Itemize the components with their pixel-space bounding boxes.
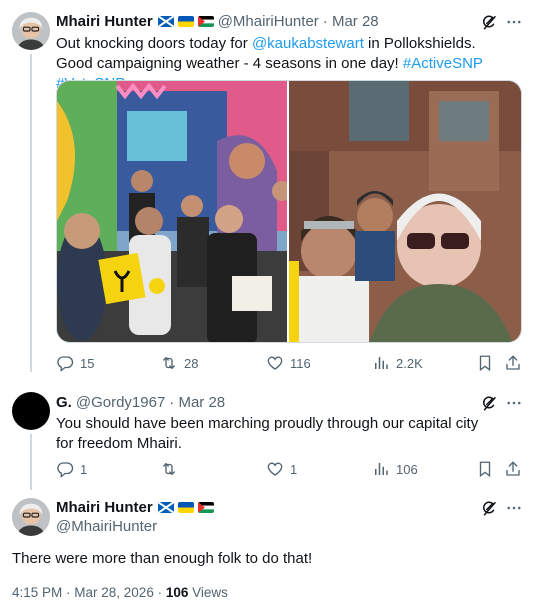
like-button[interactable]: 116 xyxy=(266,354,311,372)
view-count: 2.2K xyxy=(396,355,423,371)
photo-canvassers-mural[interactable] xyxy=(57,81,289,342)
tweet-media[interactable] xyxy=(56,80,522,343)
reply-count: 15 xyxy=(80,355,95,371)
views-button[interactable]: 2.2K xyxy=(372,354,423,372)
bookmark-icon[interactable] xyxy=(476,354,494,372)
author-name[interactable]: Mhairi Hunter xyxy=(56,13,153,30)
timestamp[interactable]: 4:15 PM · Mar 28, 2026 · xyxy=(12,585,166,600)
tweet-date[interactable]: · Mar 28 xyxy=(323,13,379,30)
like-count: 116 xyxy=(290,355,311,371)
scotland-flag-icon xyxy=(158,16,174,27)
reply-button[interactable]: 1 xyxy=(56,460,87,478)
ukraine-flag-icon xyxy=(178,502,194,513)
scotland-flag-icon xyxy=(158,502,174,513)
more-icon[interactable] xyxy=(505,13,523,31)
author-handle[interactable]: @Gordy1967 xyxy=(76,394,165,411)
author-name[interactable]: Mhairi Hunter xyxy=(56,499,153,516)
views-icon xyxy=(372,460,390,478)
thread-line xyxy=(30,434,32,490)
view-count: 106 xyxy=(396,461,418,477)
views-label: Views xyxy=(188,585,228,600)
repost-icon xyxy=(160,354,178,372)
hashtag-link[interactable]: #ActiveSNP xyxy=(403,55,483,72)
views-icon xyxy=(372,354,390,372)
grok-icon[interactable] xyxy=(480,13,498,31)
avatar-mhairi-hunter[interactable] xyxy=(12,12,50,50)
avatar-mhairi-hunter[interactable] xyxy=(12,498,50,536)
reply-icon xyxy=(56,460,74,478)
repost-button[interactable] xyxy=(160,460,184,478)
more-icon[interactable] xyxy=(505,499,523,517)
reply-button[interactable]: 15 xyxy=(56,354,94,372)
grok-icon[interactable] xyxy=(480,394,498,412)
view-count: 106 xyxy=(165,585,189,600)
share-icon[interactable] xyxy=(504,354,522,372)
mention-link[interactable]: @kaukabstewart xyxy=(252,35,364,52)
ukraine-flag-icon xyxy=(178,16,194,27)
tweet1-header: Mhairi Hunter @MhairiHunter · Mar 28 xyxy=(56,13,379,30)
tweet-text-part: Out knocking doors today for xyxy=(56,35,252,52)
tweet3-text: There were more than enough folk to do t… xyxy=(12,550,313,567)
photo-selfie-building[interactable] xyxy=(289,81,521,342)
views-button[interactable]: 106 xyxy=(372,460,418,478)
palestine-flag-icon xyxy=(198,16,214,27)
repost-button[interactable]: 28 xyxy=(160,354,198,372)
like-icon xyxy=(266,460,284,478)
reply-count: 1 xyxy=(80,461,88,477)
author-handle[interactable]: @MhairiHunter xyxy=(218,13,319,30)
tweet-date[interactable]: · Mar 28 xyxy=(169,394,225,411)
share-icon[interactable] xyxy=(504,460,522,478)
like-count: 1 xyxy=(290,461,298,477)
author-handle[interactable]: @MhairiHunter xyxy=(56,518,157,535)
reply-icon xyxy=(56,354,74,372)
grok-icon[interactable] xyxy=(480,499,498,517)
repost-count: 28 xyxy=(184,355,199,371)
like-icon xyxy=(266,354,284,372)
avatar-gordy[interactable] xyxy=(12,392,50,430)
tweet2-header: G. @Gordy1967 · Mar 28 xyxy=(56,394,225,411)
like-button[interactable]: 1 xyxy=(266,460,297,478)
tweet2-text: You should have been marching proudly th… xyxy=(56,415,479,452)
more-icon[interactable] xyxy=(505,394,523,412)
author-name[interactable]: G. xyxy=(56,394,72,411)
tweet-meta: 4:15 PM · Mar 28, 2026 · 106 Views xyxy=(12,585,228,600)
bookmark-icon[interactable] xyxy=(476,460,494,478)
tweet3-header: Mhairi Hunter xyxy=(56,499,214,516)
thread-line xyxy=(30,54,32,372)
repost-icon xyxy=(160,460,178,478)
palestine-flag-icon xyxy=(198,502,214,513)
